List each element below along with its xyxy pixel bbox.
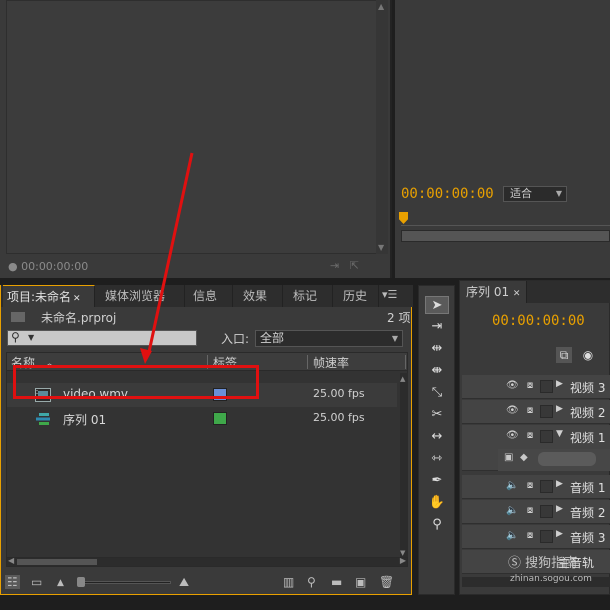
expand-icon[interactable]: ▶: [556, 404, 563, 414]
track-name: 音频 3: [570, 531, 606, 545]
eye-icon[interactable]: 👁: [506, 405, 519, 417]
watermark-text: 搜狗指南: [525, 556, 578, 571]
tab-sequence[interactable]: 序列 01 ✕: [460, 281, 528, 303]
sync-lock-icon[interactable]: ⧇: [524, 505, 536, 517]
watermark: Ⓢ 搜狗指南: [508, 556, 578, 571]
pen-tool-icon[interactable]: ✒: [425, 472, 449, 490]
keyframe-nav-bar[interactable]: [538, 452, 596, 466]
speaker-icon[interactable]: 🔈: [506, 505, 518, 517]
sync-lock-icon[interactable]: ⧇: [524, 380, 536, 392]
snap-icon[interactable]: ⧉: [556, 347, 572, 363]
slide-tool-icon[interactable]: ⇿: [425, 450, 449, 468]
rolling-edit-tool-icon[interactable]: ⇼: [425, 362, 449, 380]
arrow-shaft: [147, 152, 194, 353]
selection-tool-icon[interactable]: ➤: [425, 296, 449, 314]
track-audio-3[interactable]: 🔈 ⧇ ▶ 音频 3: [462, 525, 610, 549]
expand-icon[interactable]: ▶: [556, 479, 563, 489]
track-name: 音频 2: [570, 506, 606, 520]
hand-tool-icon[interactable]: ✋: [425, 494, 449, 512]
eye-icon[interactable]: 👁: [506, 380, 519, 392]
rate-stretch-tool-icon[interactable]: ⤡: [425, 384, 449, 402]
footer-bar: [0, 597, 610, 610]
watermark-url: zhinan.sogou.com: [510, 574, 592, 584]
display-style-icon[interactable]: ▣: [504, 452, 513, 463]
razor-tool-icon[interactable]: ✂: [425, 406, 449, 424]
sequence-timeline: 序列 01 ✕ 00:00:00:00 ⧉ ◉ 👁 ⧇ ▶ 视频 3 👁 ⧇ ▶…: [459, 280, 610, 595]
tools-panel: ➤ ⇥ ⇹ ⇼ ⤡ ✂ ↔ ⇿ ✒ ✋ ⚲: [418, 285, 455, 595]
track-audio-1[interactable]: 🔈 ⧇ ▶ 音频 1: [462, 475, 610, 499]
sequence-timecode[interactable]: 00:00:00:00: [492, 313, 585, 329]
sync-lock-icon[interactable]: ⧇: [524, 405, 536, 417]
expand-icon[interactable]: ▶: [556, 529, 563, 539]
ripple-edit-tool-icon[interactable]: ⇹: [425, 340, 449, 358]
speaker-icon[interactable]: 🔈: [506, 530, 518, 542]
track-name: 视频 3: [570, 381, 606, 395]
track-lock-toggle[interactable]: [540, 505, 553, 518]
track-lock-toggle[interactable]: [540, 405, 553, 418]
track-audio-2[interactable]: 🔈 ⧇ ▶ 音频 2: [462, 500, 610, 524]
tab-sequence-label: 序列 01: [466, 285, 510, 299]
expand-icon[interactable]: ▶: [556, 379, 563, 389]
track-select-tool-icon[interactable]: ⇥: [425, 318, 449, 336]
speaker-icon[interactable]: 🔈: [506, 480, 518, 492]
track-lock-toggle[interactable]: [540, 380, 553, 393]
sync-lock-icon[interactable]: ⧇: [524, 430, 536, 442]
zoom-tool-icon[interactable]: ⚲: [425, 516, 449, 534]
track-lock-toggle[interactable]: [540, 480, 553, 493]
keyframe-icon[interactable]: ◆: [520, 452, 528, 463]
track-name: 视频 2: [570, 406, 606, 420]
track-video-1-keyframes: ▣ ◆: [498, 449, 610, 471]
add-marker-icon[interactable]: ◉: [580, 347, 596, 363]
eye-icon[interactable]: 👁: [506, 430, 519, 442]
slip-tool-icon[interactable]: ↔: [425, 428, 449, 446]
track-name: 视频 1: [570, 431, 606, 445]
track-video-3[interactable]: 👁 ⧇ ▶ 视频 3: [462, 375, 610, 399]
close-icon[interactable]: ✕: [513, 289, 521, 299]
sync-lock-icon[interactable]: ⧇: [524, 480, 536, 492]
track-video-2[interactable]: 👁 ⧇ ▶ 视频 2: [462, 400, 610, 424]
expand-icon[interactable]: ▶: [556, 504, 563, 514]
sync-lock-icon[interactable]: ⧇: [524, 530, 536, 542]
track-name: 音频 1: [570, 481, 606, 495]
collapse-icon[interactable]: ▼: [556, 429, 563, 439]
track-lock-toggle[interactable]: [540, 530, 553, 543]
timeline-tab-bar: 序列 01 ✕: [460, 281, 610, 303]
track-lock-toggle[interactable]: [540, 430, 553, 443]
